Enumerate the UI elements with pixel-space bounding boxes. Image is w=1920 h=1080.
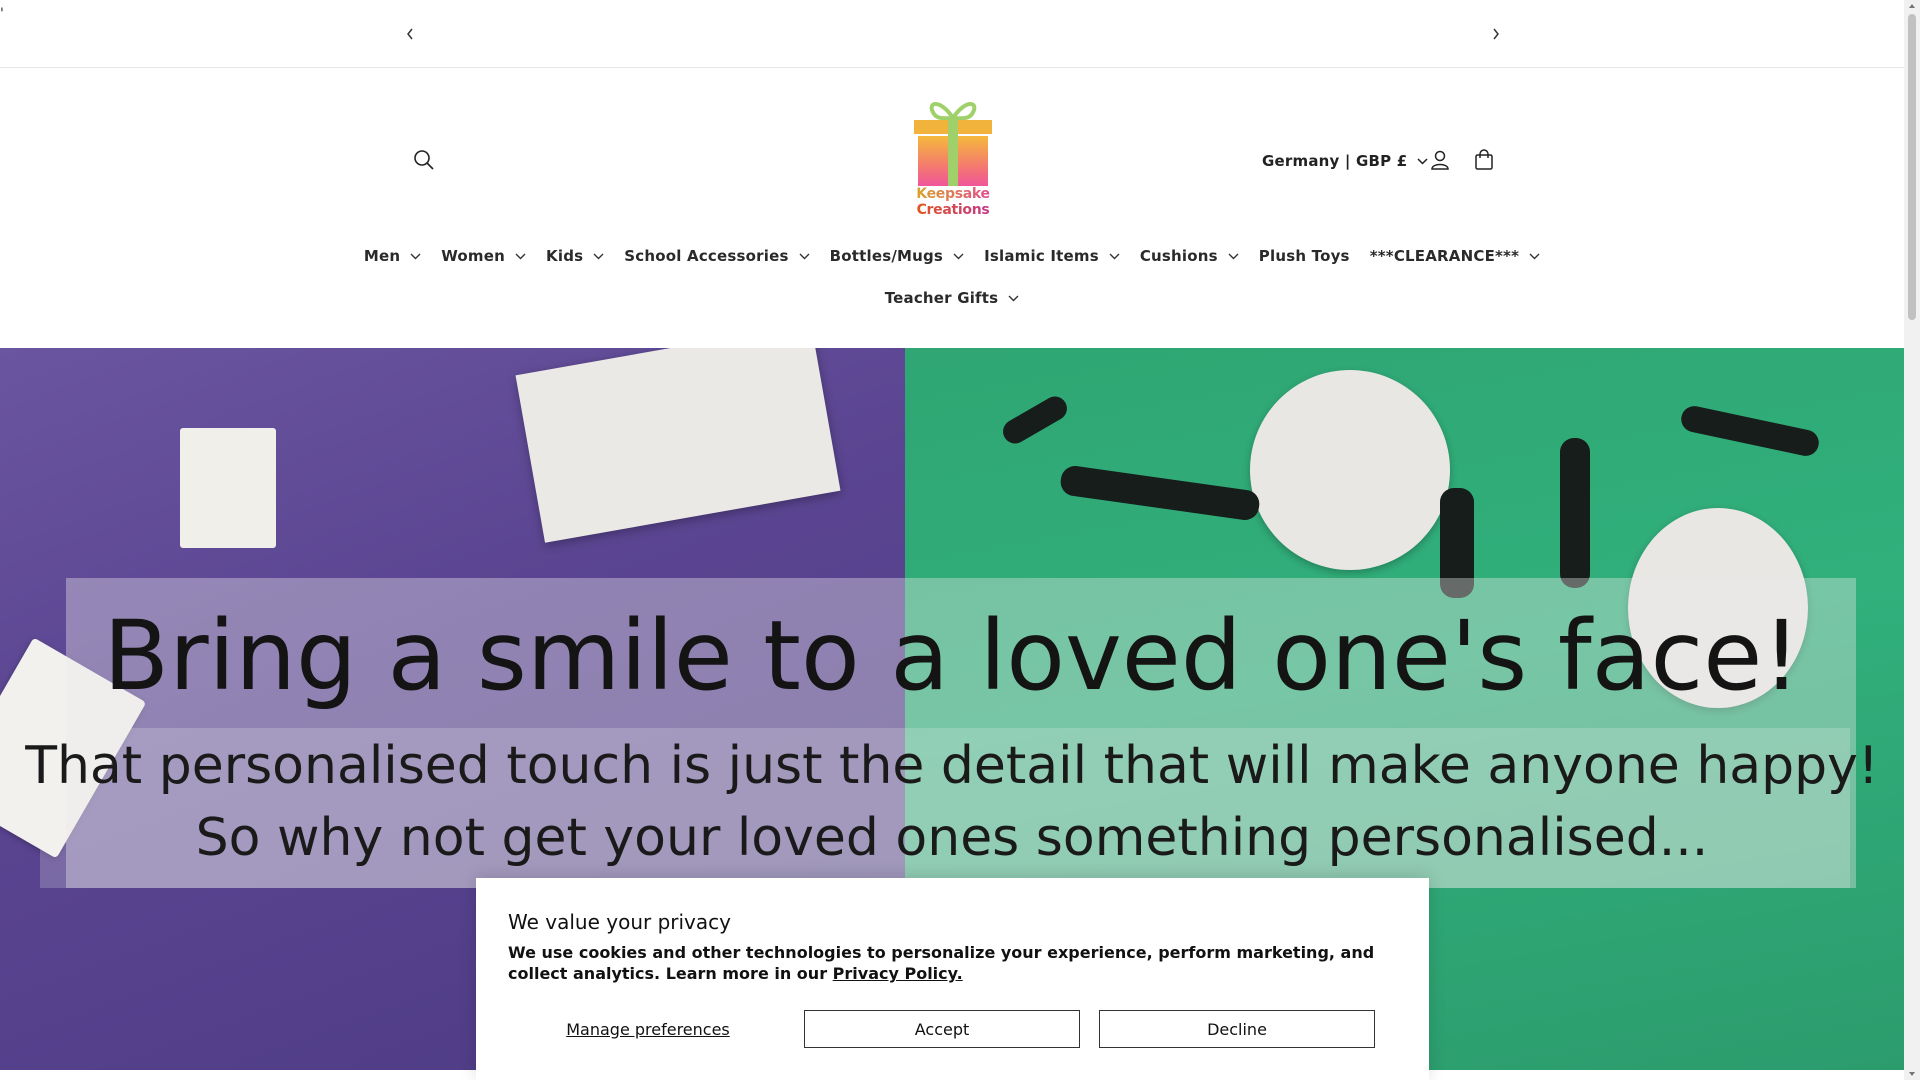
- manage-preferences-button[interactable]: Manage preferences: [508, 1010, 788, 1048]
- nav-label: Bottles/Mugs: [829, 247, 944, 265]
- account-button[interactable]: [1420, 140, 1460, 180]
- round-gift-tag-image: [1250, 370, 1450, 570]
- hero-heading: Bring a smile to a loved one's face!: [103, 600, 1801, 712]
- announcement-prev-button[interactable]: [398, 22, 422, 46]
- nav-item-cushions[interactable]: Cushions: [1130, 242, 1249, 270]
- chevron-down-icon: [799, 253, 810, 260]
- accept-button[interactable]: Accept: [804, 1010, 1080, 1048]
- nav-item-bottles-mugs[interactable]: Bottles/Mugs: [820, 242, 974, 270]
- chevron-right-icon: [1493, 28, 1499, 40]
- account-icon: [1431, 150, 1449, 170]
- hero-subtext-line-2: So why not get your loved ones something…: [195, 808, 1709, 868]
- nav-item-teacher-gifts[interactable]: Teacher Gifts: [875, 284, 1030, 312]
- logo-line-1: Keepsake: [916, 186, 990, 202]
- cookie-consent-banner: We value your privacy We use cookies and…: [476, 878, 1429, 1080]
- chevron-down-icon: [1109, 253, 1120, 260]
- nav-label: Cushions: [1139, 247, 1218, 265]
- nav-label: Women: [441, 247, 506, 265]
- logo-text: Keepsake Creations: [916, 186, 990, 218]
- announcement-next-button[interactable]: [1484, 22, 1508, 46]
- nav-label: Plush Toys: [1258, 247, 1350, 265]
- main-nav-row-1: Men Women Kids School Accessories Bottle…: [0, 242, 1904, 270]
- site-header: Keepsake Creations Germany | GBP £ Men W…: [0, 68, 1904, 348]
- decline-button[interactable]: Decline: [1099, 1010, 1375, 1048]
- chevron-down-icon: [410, 253, 421, 260]
- garment-label-image: [180, 428, 276, 548]
- nav-label: Teacher Gifts: [884, 289, 999, 307]
- nav-item-plush-toys[interactable]: Plush Toys: [1249, 242, 1360, 270]
- hero-subtext-line-1: That personalised touch is just the deta…: [25, 736, 1879, 796]
- cart-icon: [1475, 149, 1493, 170]
- nav-item-women[interactable]: Women: [431, 242, 536, 270]
- chevron-down-icon: [953, 253, 964, 260]
- logo-line-2: Creations: [916, 202, 990, 218]
- search-button[interactable]: [404, 140, 444, 180]
- chevron-down-icon: [515, 253, 526, 260]
- locale-label: Germany | GBP £: [1262, 152, 1408, 170]
- scrollbar-thumb[interactable]: [1908, 14, 1916, 320]
- nav-item-islamic-items[interactable]: Islamic Items: [974, 242, 1130, 270]
- cookie-body: We use cookies and other technologies to…: [508, 942, 1398, 984]
- nav-label: Islamic Items: [984, 247, 1099, 265]
- site-logo[interactable]: Keepsake Creations: [906, 94, 1000, 226]
- cookie-title: We value your privacy: [508, 910, 731, 934]
- nav-label: ***CLEARANCE***: [1369, 247, 1520, 265]
- nav-label: Kids: [546, 247, 584, 265]
- chevron-left-icon: [407, 28, 413, 40]
- scroll-up-icon[interactable]: [1908, 2, 1916, 10]
- chevron-down-icon: [1008, 295, 1019, 302]
- announcement-bar: [0, 0, 1904, 68]
- country-currency-selector[interactable]: Germany | GBP £: [1262, 148, 1428, 174]
- chevron-down-icon: [1529, 253, 1540, 260]
- chevron-down-icon: [1228, 253, 1239, 260]
- arabic-lettering-decoration: [1560, 438, 1590, 588]
- nav-label: School Accessories: [624, 247, 789, 265]
- nav-item-school-accessories[interactable]: School Accessories: [614, 242, 819, 270]
- nav-label: Men: [363, 247, 401, 265]
- scroll-down-icon[interactable]: [1908, 1070, 1916, 1078]
- main-nav-row-2: Teacher Gifts: [0, 284, 1904, 312]
- chevron-down-icon: [593, 253, 604, 260]
- nav-item-clearance[interactable]: ***CLEARANCE***: [1360, 242, 1550, 270]
- privacy-policy-link[interactable]: Privacy Policy.: [833, 964, 963, 983]
- nav-item-kids[interactable]: Kids: [536, 242, 614, 270]
- page-scrollbar[interactable]: [1904, 0, 1920, 1080]
- gift-box-icon: [910, 94, 996, 186]
- search-icon: [414, 150, 434, 170]
- nav-item-men[interactable]: Men: [354, 242, 431, 270]
- cart-button[interactable]: [1464, 140, 1504, 180]
